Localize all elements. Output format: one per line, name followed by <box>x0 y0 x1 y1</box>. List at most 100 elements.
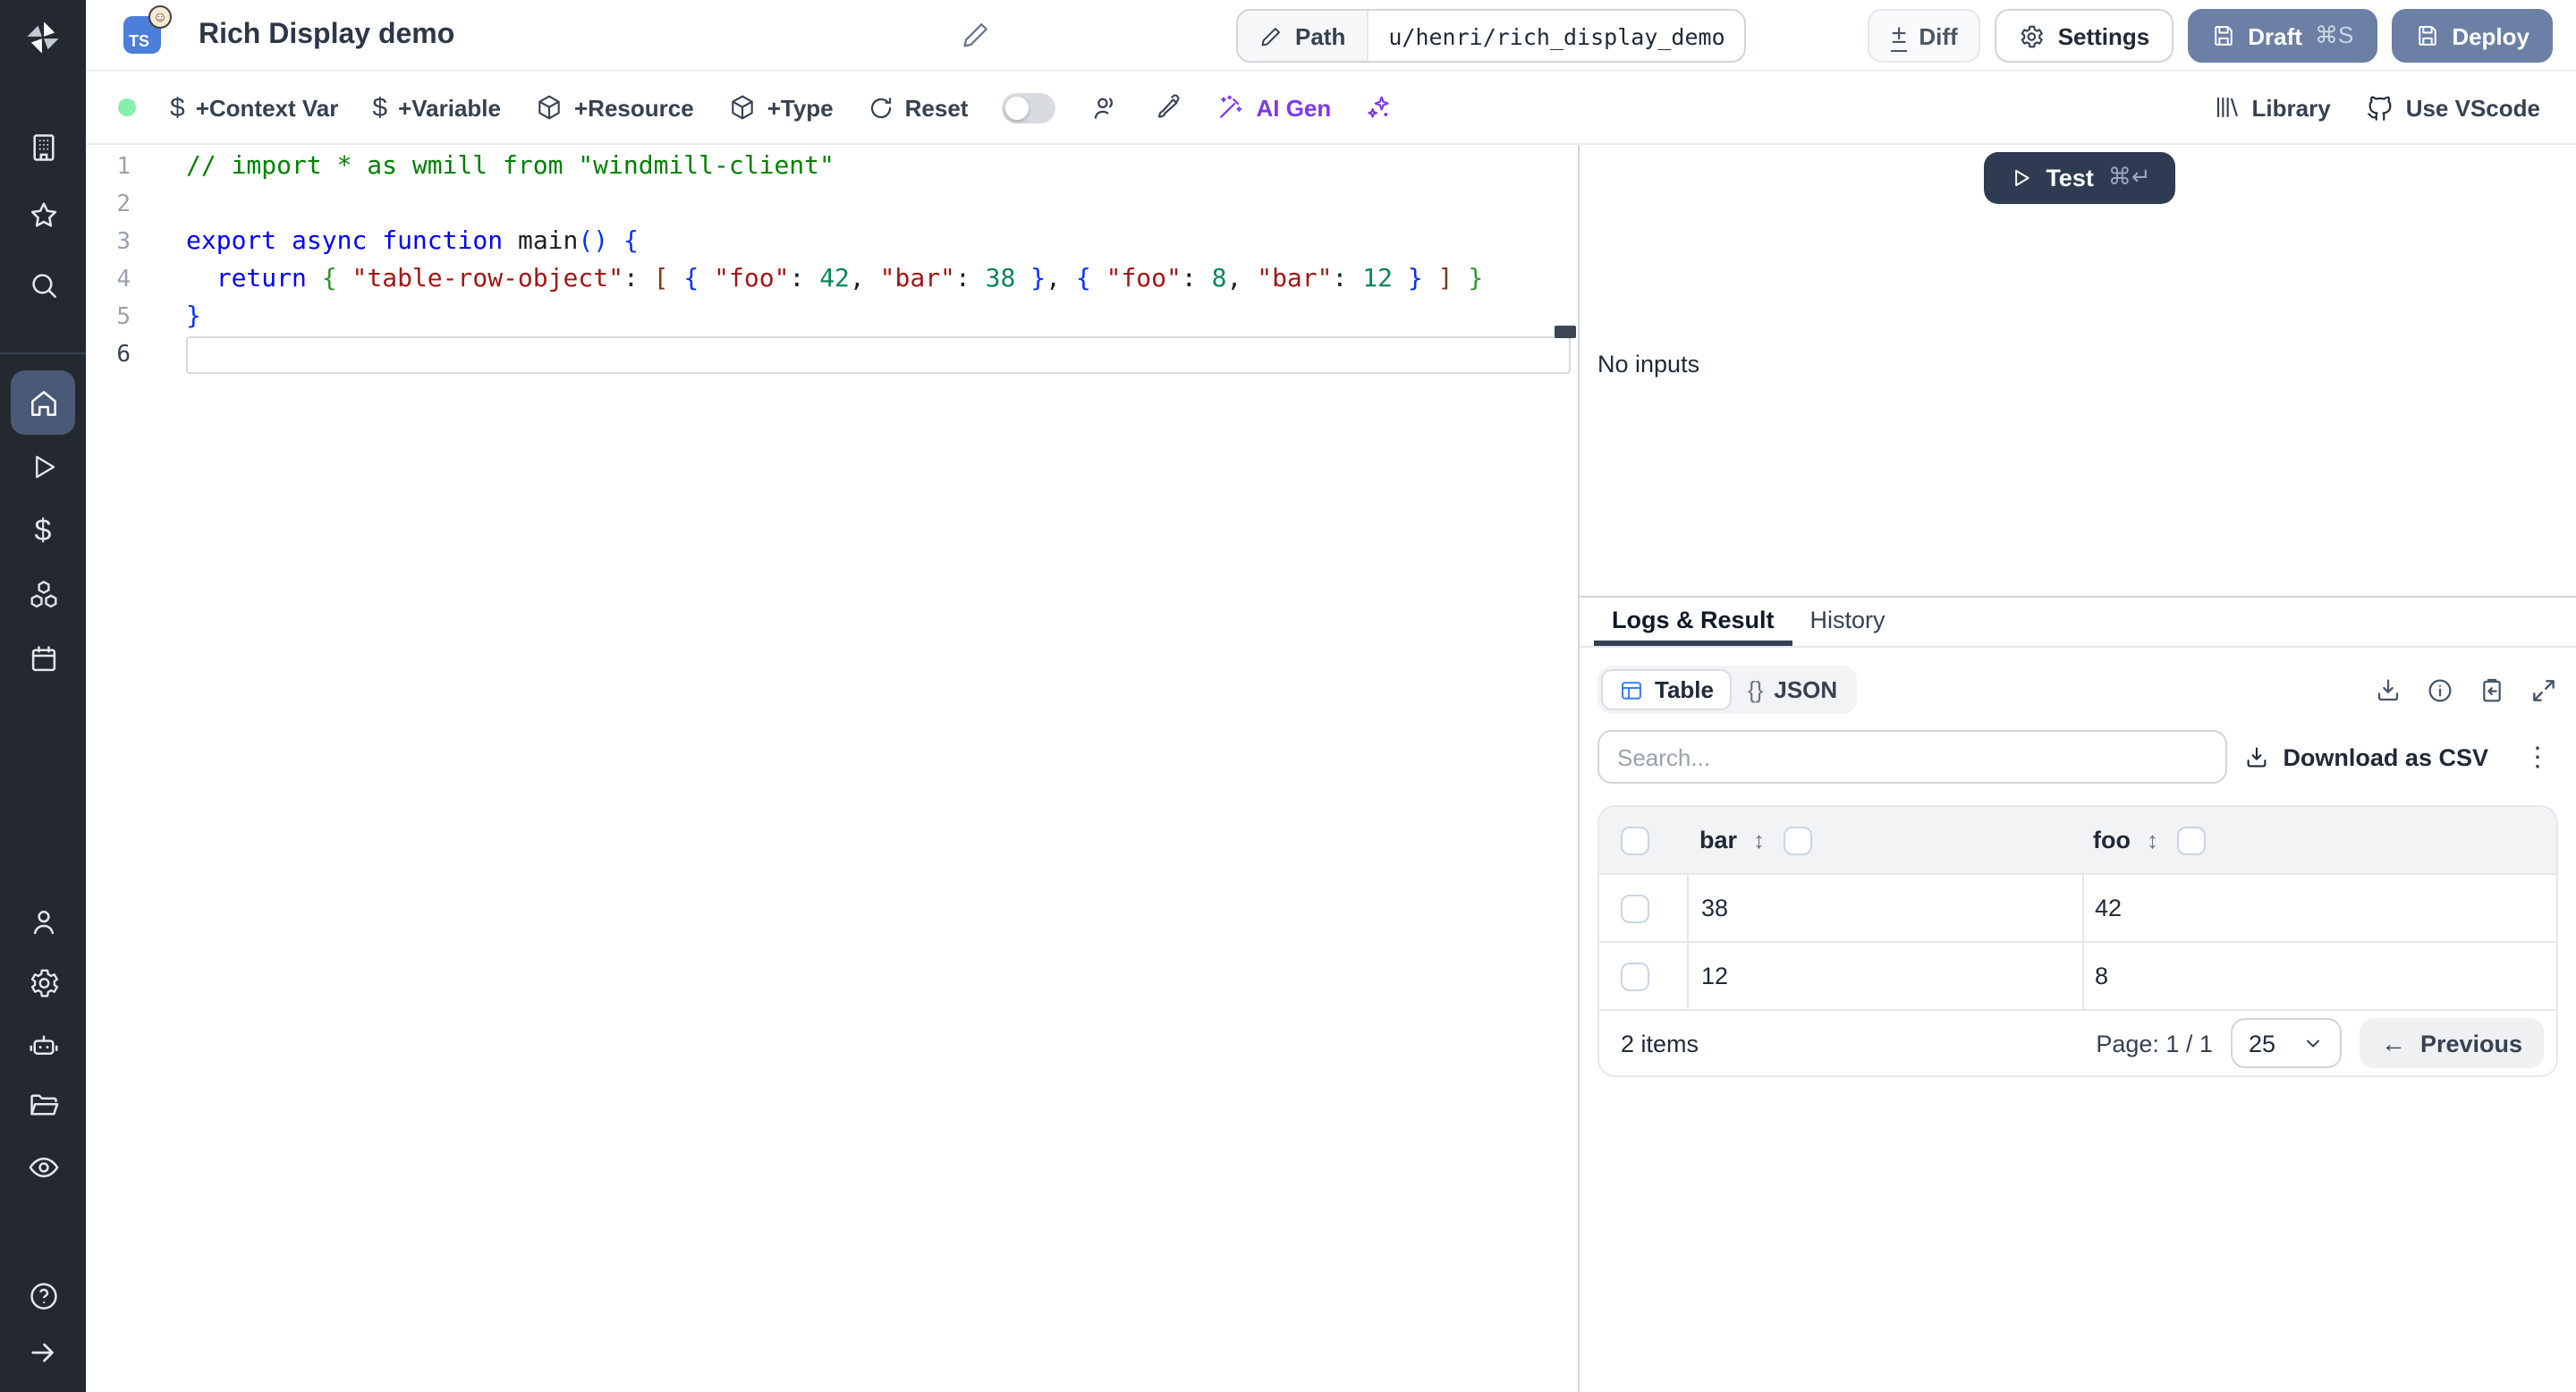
result-tabs: Logs & Result History <box>1580 598 2576 648</box>
gear-icon <box>30 968 58 997</box>
library-button[interactable]: Library <box>2213 93 2331 122</box>
format-code-button[interactable] <box>1154 93 1182 122</box>
expand-icon <box>2533 679 2555 700</box>
emoji-badge: ☺ <box>148 5 172 29</box>
sidebar-item-help[interactable] <box>11 1263 75 1328</box>
sidebar: $ <box>0 0 86 1392</box>
page-size-select[interactable]: 25 <box>2230 1018 2342 1068</box>
test-button[interactable]: Test ⌘↵ <box>1984 152 2175 204</box>
select-all-checkbox[interactable] <box>1621 826 1649 854</box>
sidebar-item-users[interactable] <box>11 889 75 954</box>
dollar-icon: $ <box>34 514 52 547</box>
sidebar-item-folders[interactable] <box>11 1072 75 1136</box>
ai-gen-button[interactable]: AI Gen <box>1216 93 1331 122</box>
magic-wand-icon <box>1220 95 1242 118</box>
draft-button[interactable]: Draft ⌘S <box>2187 9 2377 63</box>
code-line[interactable]: } <box>186 299 1571 336</box>
multiplayer-button[interactable] <box>1089 92 1120 123</box>
expand-result-button[interactable] <box>2529 675 2558 704</box>
add-context-var-button[interactable]: $ +Context Var <box>170 92 338 123</box>
diff-mode-toggle[interactable] <box>1002 92 1056 123</box>
use-vscode-button[interactable]: Use VScode <box>2365 92 2540 123</box>
editor-scrollbar-handle[interactable] <box>1555 326 1576 338</box>
column-checkbox-foo[interactable] <box>2176 826 2205 854</box>
save-icon <box>2214 26 2233 46</box>
code-line[interactable] <box>186 336 1571 374</box>
copy-to-clipboard-button[interactable] <box>2478 675 2506 704</box>
table-footer: 2 items Page: 1 / 1 25 ← Previous <box>1599 1009 2556 1075</box>
sidebar-item-schedules[interactable] <box>11 626 75 691</box>
sparkles-icon <box>1368 96 1389 118</box>
code-line[interactable] <box>186 186 1571 224</box>
eye-icon <box>28 1156 58 1177</box>
ai-sparkles-button[interactable] <box>1365 93 1394 122</box>
sidebar-item-audit-logs[interactable] <box>11 1134 75 1199</box>
sidebar-collapse-button[interactable] <box>11 1320 75 1385</box>
code-lines[interactable]: // import * as wmill from "windmill-clie… <box>186 149 1571 374</box>
result-area: Logs & Result History Table {} JSON Sear… <box>1580 596 2576 1392</box>
reset-button[interactable]: Reset <box>868 94 968 121</box>
add-type-button[interactable]: +Type <box>728 93 834 122</box>
column-header-bar[interactable]: bar <box>1699 827 1737 853</box>
sidebar-item-resources[interactable] <box>11 562 75 626</box>
page-title: Rich Display demo <box>199 19 455 49</box>
library-icon <box>2216 97 2238 118</box>
sidebar-item-workers[interactable] <box>11 1013 75 1077</box>
person-icon <box>32 910 54 934</box>
download-result-button[interactable] <box>2374 675 2402 704</box>
sidebar-item-workspace[interactable] <box>11 115 75 179</box>
table-cell: 38 <box>1687 875 2082 941</box>
path-value: u/henri/rich_display_demo <box>1388 22 1725 49</box>
row-checkbox[interactable] <box>1621 894 1649 922</box>
sidebar-item-favorites[interactable] <box>11 182 75 247</box>
table-options-kebab-button[interactable]: ⋮ <box>2524 743 2551 770</box>
diff-button[interactable]: ± Diff <box>1868 9 1981 63</box>
sidebar-item-runs[interactable] <box>11 435 75 499</box>
previous-page-button[interactable]: ← Previous <box>2359 1018 2544 1068</box>
view-mode-segmented-control: Table {} JSON <box>1597 666 1858 714</box>
edit-summary-button[interactable] <box>961 20 991 59</box>
code-line[interactable]: // import * as wmill from "windmill-clie… <box>186 149 1571 186</box>
code-editor[interactable]: 123456 // import * as wmill from "windmi… <box>86 145 1578 1392</box>
add-resource-button[interactable]: +Resource <box>535 93 694 122</box>
code-line[interactable]: export async function main() { <box>186 224 1571 261</box>
settings-button[interactable]: Settings <box>1995 9 2174 63</box>
download-csv-button[interactable]: Download as CSV <box>2243 743 2488 770</box>
cubes-icon <box>30 580 56 607</box>
draft-shortcut: ⌘S <box>2314 21 2354 48</box>
home-icon <box>30 390 55 415</box>
code-line[interactable]: return { "table-row-object": [ { "foo": … <box>186 261 1571 299</box>
column-checkbox-bar[interactable] <box>1783 826 1812 854</box>
play-icon <box>36 455 55 479</box>
download-icon <box>2248 746 2267 767</box>
sidebar-item-settings[interactable] <box>11 950 75 1014</box>
sidebar-item-search[interactable] <box>11 252 75 317</box>
result-info-button[interactable] <box>2426 675 2454 704</box>
pencil-icon <box>963 23 987 47</box>
table-search-input[interactable] <box>1597 730 2227 784</box>
brush-icon <box>1158 94 1180 118</box>
sort-icon[interactable]: ↕ <box>2147 827 2158 853</box>
column-header-foo[interactable]: foo <box>2093 827 2131 853</box>
deploy-button[interactable]: Deploy <box>2391 9 2553 63</box>
table-header: bar ↕ foo ↕ <box>1599 807 2556 873</box>
add-variable-button[interactable]: $ +Variable <box>372 92 501 123</box>
windmill-logo-icon[interactable] <box>11 5 75 70</box>
view-json-button[interactable]: {} JSON <box>1732 671 1853 709</box>
table-cell: 12 <box>1687 943 2082 1009</box>
table-icon <box>1622 681 1641 699</box>
download-icon <box>2377 678 2399 700</box>
sort-icon[interactable]: ↕ <box>1753 827 1765 853</box>
windmill-script-editor: $ TS ☺ Rich Display demo Path u/henri/ri… <box>0 0 2576 1392</box>
tab-history[interactable]: History <box>1792 598 1903 646</box>
calendar-icon <box>30 645 55 671</box>
sidebar-divider <box>0 352 86 354</box>
view-table-button[interactable]: Table <box>1601 669 1732 710</box>
tab-logs-result[interactable]: Logs & Result <box>1594 598 1792 646</box>
path-field[interactable]: Path u/henri/rich_display_demo <box>1236 9 1747 63</box>
sidebar-item-home[interactable] <box>11 370 75 435</box>
row-checkbox[interactable] <box>1621 962 1649 990</box>
robot-icon <box>29 1034 57 1054</box>
page-indicator: Page: 1 / 1 <box>2096 1030 2213 1057</box>
sidebar-item-variables[interactable]: $ <box>11 499 75 564</box>
